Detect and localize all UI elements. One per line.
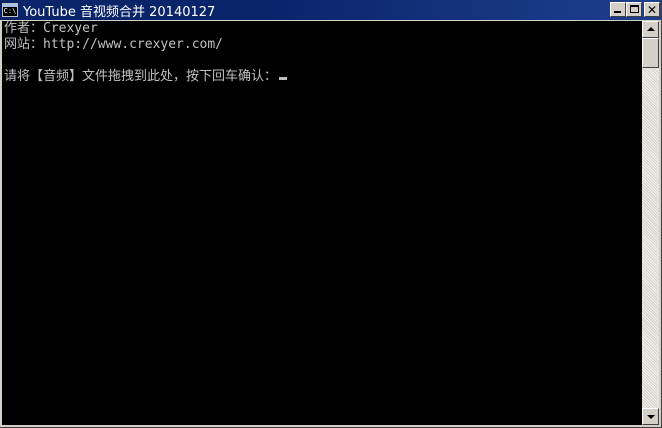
window-title: YouTube 音视频合并 20140127	[23, 4, 216, 20]
text-cursor	[279, 77, 288, 80]
arrow-up-icon	[647, 27, 655, 31]
scrollbar-thumb[interactable]	[642, 38, 659, 68]
maximize-button[interactable]	[626, 2, 642, 17]
title-bar[interactable]: C:\ YouTube 音视频合并 20140127 ✕	[0, 0, 662, 20]
console-window: C:\ YouTube 音视频合并 20140127 ✕ 作者：Crexyer …	[0, 0, 662, 428]
arrow-down-icon	[647, 415, 655, 419]
scroll-up-button[interactable]	[642, 21, 659, 38]
close-button[interactable]: ✕	[644, 2, 660, 17]
console-line-author: 作者：Crexyer	[4, 21, 98, 36]
console-prompt-text: 请将【音频】文件拖拽到此处，按下回车确认：	[4, 69, 278, 84]
console-icon[interactable]: C:\	[2, 3, 18, 17]
vertical-scrollbar[interactable]	[642, 21, 659, 425]
console-output[interactable]: 作者：Crexyer 网站：http://www.crexyer.com/ 请将…	[2, 21, 642, 425]
close-icon: ✕	[646, 2, 658, 17]
minimize-icon	[614, 11, 621, 13]
window-controls: ✕	[610, 2, 660, 17]
maximize-icon	[630, 5, 639, 13]
console-line-website: 网站：http://www.crexyer.com/	[4, 37, 224, 52]
scroll-down-button[interactable]	[642, 408, 659, 425]
console-prompt-line: 请将【音频】文件拖拽到此处，按下回车确认：	[2, 69, 642, 85]
console-icon-glyph: C:\	[3, 7, 17, 15]
minimize-button[interactable]	[610, 2, 626, 17]
